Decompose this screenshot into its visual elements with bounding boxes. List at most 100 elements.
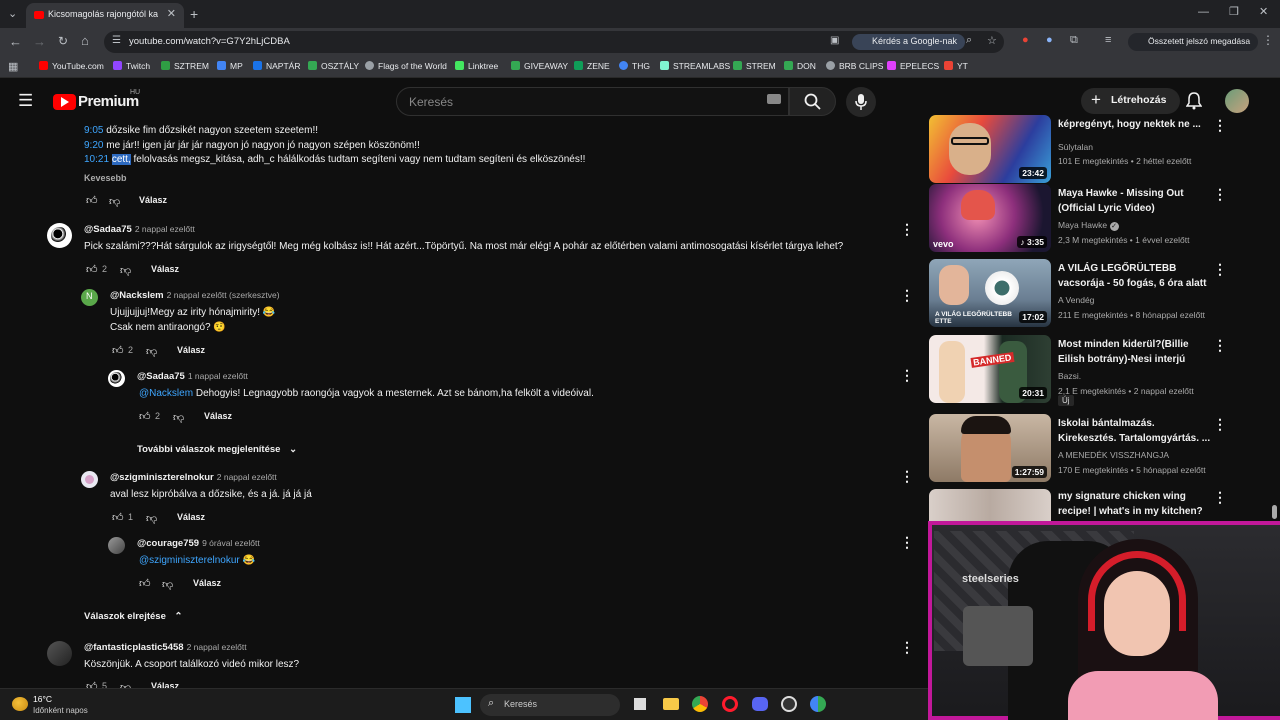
comment-menu-icon[interactable]: ⋮ <box>900 368 914 382</box>
video-menu-icon[interactable]: ⋮ <box>1213 489 1227 506</box>
extensions-puzzle-icon[interactable]: ⧉ <box>1070 34 1078 47</box>
comment-menu-icon[interactable]: ⋮ <box>900 535 914 549</box>
dislike-icon[interactable]: 👎︎ <box>146 512 157 525</box>
comment-menu-icon[interactable]: ⋮ <box>900 288 914 302</box>
omnibox[interactable]: ☰ youtube.com/watch?v=G7Y2hLjCDBA ▣ Kérd… <box>104 31 1004 53</box>
reply-button[interactable]: Válasz <box>177 512 205 522</box>
channel-name[interactable]: Bazsi. <box>1058 371 1081 381</box>
show-less-button[interactable]: Kevesebb <box>84 173 127 183</box>
youtube-logo-icon[interactable] <box>53 94 76 110</box>
comment-time[interactable]: 2 nappal ezelőtt (szerkesztve) <box>167 290 280 300</box>
like-icon[interactable]: 👍︎ <box>139 410 151 423</box>
bookmark-brb-clips[interactable]: BRB CLIPS <box>826 61 883 71</box>
related-video[interactable]: A VILÁG LEGŐRÜLTEBB ETTE 17:02 A VILÁG L… <box>929 259 1274 327</box>
video-title[interactable]: Iskolai bántalmazás. Kirekesztés. Tartalo… <box>1058 416 1233 446</box>
search-button[interactable] <box>789 87 836 116</box>
video-title[interactable]: képregényt, hogy nektek ne ... <box>1058 117 1233 132</box>
extension-red-icon[interactable]: ● <box>1022 34 1029 46</box>
comment-author[interactable]: @fantasticplastic5458 2 nappal ezelőtt <box>84 642 247 653</box>
comment-author[interactable]: @courage759 9 órával ezelőtt <box>137 538 260 549</box>
dislike-icon[interactable]: 👎︎ <box>173 411 184 424</box>
like-icon[interactable]: 👍︎ <box>139 577 151 590</box>
video-thumbnail[interactable]: 23:42 <box>929 115 1051 183</box>
video-title[interactable]: my signature chicken wing recipe! | what'… <box>1058 489 1233 519</box>
comment-author[interactable]: @Sadaa75 2 nappal ezelőtt <box>84 224 195 235</box>
video-menu-icon[interactable]: ⋮ <box>1213 337 1227 354</box>
keyboard-icon[interactable] <box>767 94 781 104</box>
bookmark-streamlabs[interactable]: STREAMLABS <box>660 61 730 71</box>
bookmark-youtube[interactable]: YouTube.com <box>39 61 104 71</box>
task-view-icon[interactable] <box>634 698 646 710</box>
maximize-icon[interactable]: ❐ <box>1229 5 1239 18</box>
dislike-icon[interactable]: 👎︎ <box>120 264 131 277</box>
bookmark-naptar[interactable]: NAPTÁR <box>253 61 300 71</box>
video-thumbnail[interactable] <box>929 489 1051 521</box>
related-video[interactable]: 1:27:59 Iskolai bántalmazás. Kirekesztés.… <box>929 414 1274 482</box>
hamburger-menu-icon[interactable]: ☰ <box>18 91 33 111</box>
back-icon[interactable]: ← <box>9 34 22 49</box>
avatar[interactable] <box>108 537 125 554</box>
video-thumbnail[interactable]: 1:27:59 <box>929 414 1051 482</box>
weather-icon[interactable] <box>12 697 28 711</box>
related-video[interactable]: BANNED 20:31 Most minden kiderül?(Billie… <box>929 335 1274 406</box>
bookmark-giveaway[interactable]: GIVEAWAY <box>511 61 568 71</box>
browser-menu-icon[interactable]: ⋮ <box>1262 33 1274 47</box>
related-video[interactable]: 23:42 képregényt, hogy nektek ne ... Súl… <box>929 115 1274 183</box>
comment-time[interactable]: 2 nappal ezelőtt <box>217 472 277 482</box>
video-menu-icon[interactable]: ⋮ <box>1213 261 1227 278</box>
dislike-icon[interactable]: 👎︎ <box>109 195 120 208</box>
close-tab-icon[interactable]: ✕ <box>167 7 176 20</box>
account-avatar[interactable] <box>1225 89 1249 113</box>
related-video[interactable]: vevo ♪ 3:35 Maya Hawke - Missing Out (Off… <box>929 184 1274 252</box>
sidebar-scrollbar[interactable] <box>1272 505 1277 519</box>
password-suggestion-button[interactable]: Összetett jelszó megadása <box>1128 33 1259 51</box>
reply-button[interactable]: Válasz <box>177 345 205 355</box>
zoom-icon[interactable]: ⌕ <box>966 34 972 47</box>
bookmark-twitch[interactable]: Twitch <box>113 61 150 71</box>
tab-list-icon[interactable]: ⌄ <box>8 7 17 20</box>
like-icon[interactable]: 👍︎ <box>112 511 124 524</box>
video-menu-icon[interactable]: ⋮ <box>1213 416 1227 433</box>
channel-name[interactable]: Maya Hawke ✓ <box>1058 220 1119 231</box>
comment-time[interactable]: 2 nappal ezelőtt <box>187 642 247 652</box>
bookmark-epelecs[interactable]: EPELECS <box>887 61 939 71</box>
video-title[interactable]: A VILÁG LEGŐRÜLTEBB vacsorája - 50 fogás,… <box>1058 261 1233 291</box>
like-icon[interactable]: 👍︎ <box>86 194 98 207</box>
avatar[interactable] <box>47 223 72 248</box>
notifications-bell-icon[interactable] <box>1186 92 1202 110</box>
home-icon[interactable]: ⌂ <box>81 33 89 48</box>
bookmark-linktree[interactable]: Linktree <box>455 61 498 71</box>
reply-button[interactable]: Válasz <box>204 411 232 421</box>
comment-menu-icon[interactable]: ⋮ <box>900 222 914 236</box>
site-info-icon[interactable]: ☰ <box>112 35 121 46</box>
new-tab-icon[interactable]: + <box>190 6 198 22</box>
comment-menu-icon[interactable]: ⋮ <box>900 640 914 654</box>
video-thumbnail[interactable]: A VILÁG LEGŐRÜLTEBB ETTE 17:02 <box>929 259 1051 327</box>
reply-button[interactable]: Válasz <box>139 195 167 205</box>
video-menu-icon[interactable]: ⋮ <box>1213 186 1227 203</box>
bookmark-osztaly[interactable]: OSZTÁLY <box>308 61 359 71</box>
comment-time[interactable]: 2 nappal ezelőtt <box>135 224 195 234</box>
avatar[interactable] <box>108 370 125 387</box>
timestamp-link[interactable]: 9:20 <box>84 140 103 151</box>
app-icon[interactable] <box>810 696 826 712</box>
video-title[interactable]: Maya Hawke - Missing Out (Official Lyric … <box>1058 186 1233 216</box>
extension-blue-icon[interactable]: ● <box>1046 34 1053 46</box>
bookmark-zene[interactable]: ZENE <box>574 61 610 71</box>
dislike-icon[interactable]: 👎︎ <box>146 345 157 358</box>
bookmark-star-icon[interactable]: ☆ <box>987 34 997 47</box>
browser-tab[interactable]: Kicsomagolás rajongótól kapott ✕ <box>26 3 184 28</box>
bookmark-thg[interactable]: THG <box>619 61 650 71</box>
video-title[interactable]: Most minden kiderül?(Billie Eilish botrán… <box>1058 337 1233 367</box>
comment-time[interactable]: 9 órával ezelőtt <box>202 538 260 548</box>
voice-search-button[interactable] <box>846 87 876 117</box>
mention-link[interactable]: @Nackslem <box>139 388 193 399</box>
ask-google-button[interactable]: Kérdés a Google-nak <box>852 34 966 50</box>
reply-button[interactable]: Válasz <box>193 578 221 588</box>
discord-icon[interactable] <box>752 697 768 711</box>
bookmark-yt[interactable]: YT <box>944 61 968 71</box>
channel-name[interactable]: A MENEDÉK VISSZHANGJA <box>1058 450 1169 460</box>
obs-icon[interactable] <box>781 696 797 712</box>
avatar[interactable] <box>81 471 98 488</box>
bookmark-flags[interactable]: Flags of the World <box>365 61 447 71</box>
